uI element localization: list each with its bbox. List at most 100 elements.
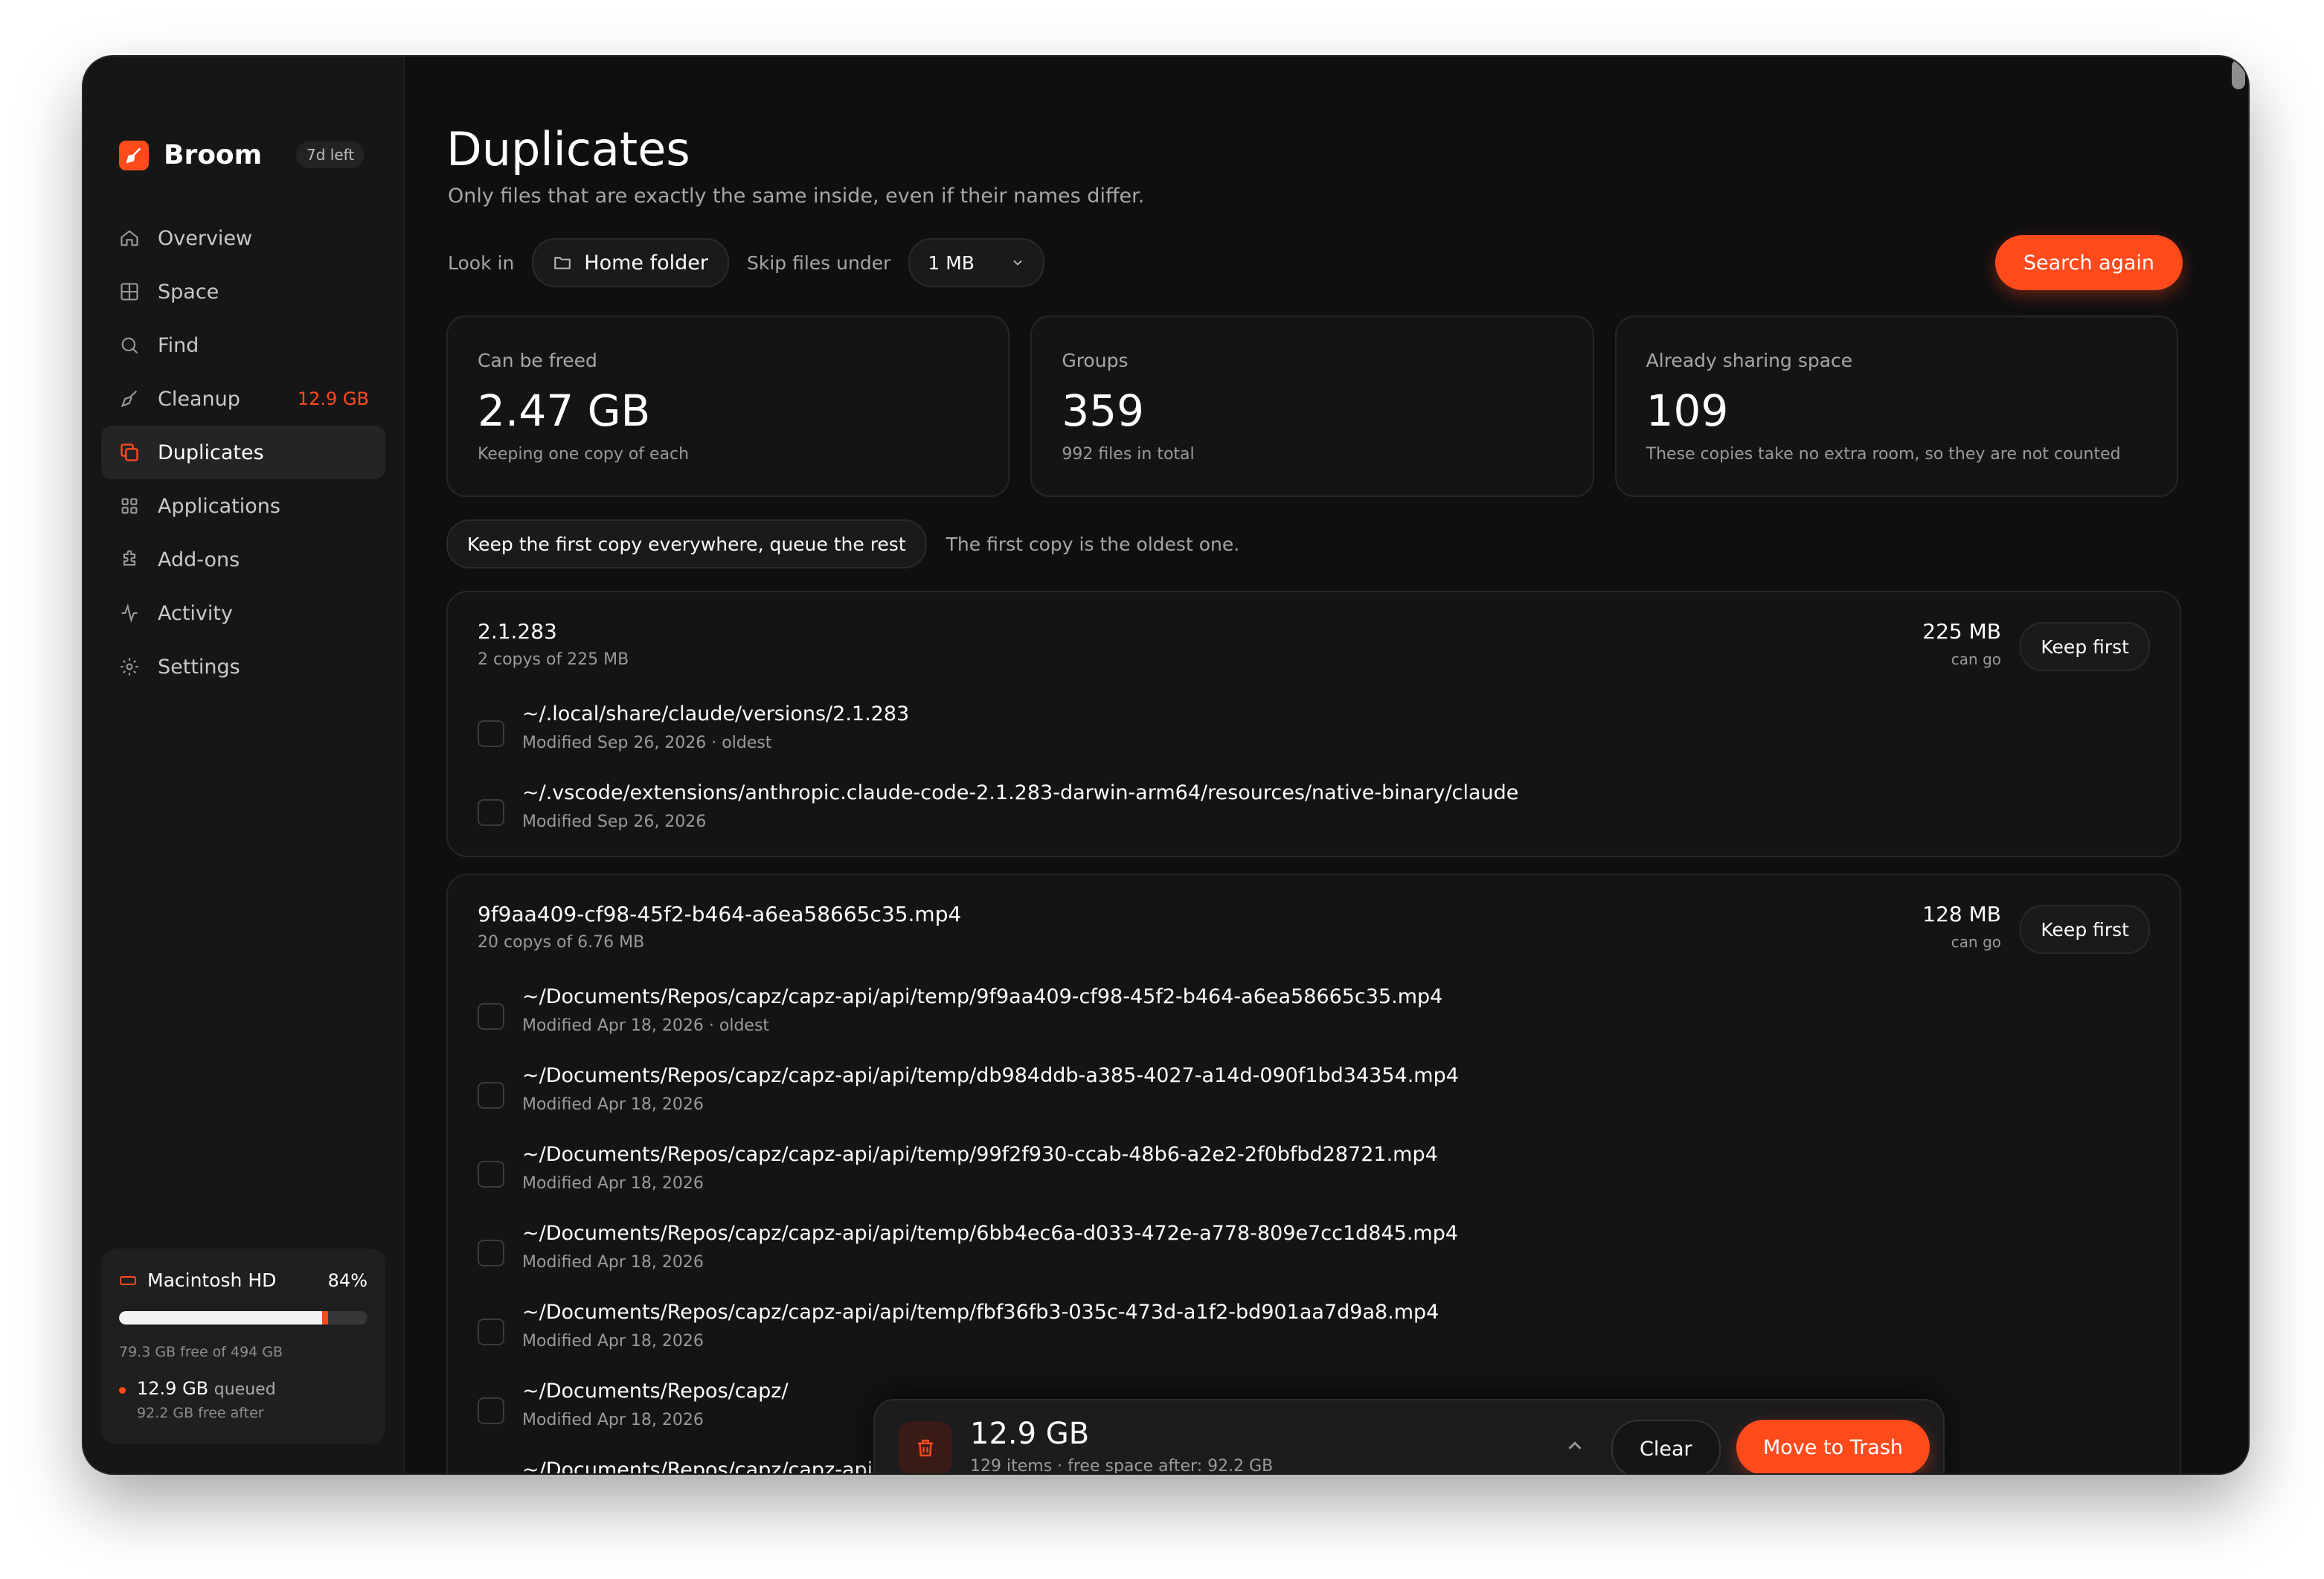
copy-icon [118, 441, 141, 464]
brand: Broom [119, 140, 262, 170]
stat-card-groups: Groups 359 992 files in total [1030, 316, 1594, 497]
disk-usage-card: Macintosh HD 84% 79.3 GB free of 494 GB … [101, 1249, 385, 1444]
file-meta: Modified Apr 18, 2026 [522, 1174, 704, 1193]
group-count: 20 copys of 6.76 MB [478, 933, 645, 952]
keep-first-everywhere-button[interactable]: Keep the first copy everywhere, queue th… [446, 519, 927, 568]
file-path: ~/.local/share/claude/versions/2.1.283 [522, 702, 910, 726]
folder-icon [553, 253, 572, 272]
file-checkbox[interactable] [478, 1397, 504, 1424]
file-path: ~/Documents/Repos/capz/capz-api/api/temp… [522, 1143, 1438, 1166]
duplicate-group: 2.1.283 2 copys of 225 MB 225 MB can go … [446, 591, 2181, 857]
sidebar-item-overview[interactable]: Overview [101, 211, 385, 265]
group-can-go: can go [1951, 933, 2001, 951]
sidebar-item-cleanup[interactable]: Cleanup 12.9 GB [101, 372, 385, 426]
sidebar-nav: Overview Space Find Cleanup 12.9 GB Dupl… [101, 211, 385, 694]
sidebar-item-label: Cleanup [158, 387, 240, 411]
keep-first-button[interactable]: Keep first [2020, 622, 2150, 671]
file-row[interactable]: ~/Documents/Repos/capz/capz-api/api/temp… [478, 1217, 2150, 1292]
file-checkbox[interactable] [478, 1161, 504, 1188]
disk-header: Macintosh HD 84% [119, 1269, 367, 1291]
home-icon [118, 226, 141, 250]
group-count: 2 copys of 225 MB [478, 650, 629, 669]
gear-icon [118, 655, 141, 679]
stat-label: Groups [1062, 350, 1129, 371]
clear-queue-button[interactable]: Clear [1611, 1420, 1721, 1473]
broom-icon [118, 387, 141, 411]
stat-note: These copies take no extra room, so they… [1646, 445, 2121, 464]
file-path: ~/Documents/Repos/capz/ [522, 1380, 789, 1403]
file-row[interactable]: ~/Documents/Repos/capz/capz-api/api/temp… [478, 1138, 2150, 1213]
group-name: 9f9aa409-cf98-45f2-b464-a6ea58665c35.mp4 [478, 902, 962, 926]
queue-summary: 129 items · free space after: 92.2 GB [970, 1457, 1274, 1473]
group-size: 225 MB [1922, 619, 2001, 644]
file-row[interactable]: ~/Documents/Repos/capz/capz-api/api/temp… [478, 1296, 2150, 1371]
stat-note: 992 files in total [1062, 445, 1195, 464]
page-subtitle: Only files that are exactly the same ins… [448, 185, 1145, 208]
stat-card-sharing: Already sharing space 109 These copies t… [1614, 316, 2178, 497]
scrollbar-thumb[interactable] [2232, 60, 2245, 89]
file-checkbox[interactable] [478, 799, 504, 826]
file-row[interactable]: ~/Documents/Repos/capz/capz-api/api/temp… [478, 981, 2150, 1055]
look-in-value: Home folder [584, 251, 708, 275]
sidebar-item-label: Settings [158, 655, 240, 679]
sidebar-item-space[interactable]: Space [101, 265, 385, 318]
file-path: ~/Documents/Repos/capz/capz-api/api/temp… [522, 1222, 1459, 1245]
keep-first-button[interactable]: Keep first [2020, 905, 2150, 954]
look-in-button[interactable]: Home folder [532, 238, 729, 287]
file-checkbox[interactable] [478, 1003, 504, 1030]
sidebar-item-find[interactable]: Find [101, 318, 385, 372]
file-row[interactable]: ~/.local/share/claude/versions/2.1.283 M… [478, 698, 2150, 772]
stat-label: Can be freed [478, 350, 597, 371]
sidebar-item-settings[interactable]: Settings [101, 640, 385, 694]
queued-dot-icon [119, 1387, 126, 1394]
move-to-trash-button[interactable]: Move to Trash [1736, 1420, 1930, 1473]
app-window: Broom 7d left Overview Space Find Cleanu… [83, 57, 2248, 1473]
trial-badge: 7d left [296, 141, 365, 168]
file-checkbox[interactable] [478, 1082, 504, 1109]
trash-icon [899, 1421, 952, 1473]
disk-queued: 12.9 GB queued [137, 1378, 276, 1399]
activity-icon [118, 601, 141, 625]
main-content: Duplicates Only files that are exactly t… [405, 57, 2248, 1473]
file-checkbox[interactable] [478, 1240, 504, 1266]
sidebar-item-label: Add-ons [158, 548, 240, 571]
stat-value: 359 [1062, 385, 1145, 436]
disk-queued-marker [321, 1311, 328, 1325]
file-checkbox[interactable] [478, 1319, 504, 1345]
skip-label: Skip files under [747, 252, 891, 274]
group-can-go: can go [1951, 650, 2001, 668]
file-row[interactable]: ~/.vscode/extensions/anthropic.claude-co… [478, 777, 2150, 851]
search-again-button[interactable]: Search again [1994, 235, 2183, 290]
sidebar-item-activity[interactable]: Activity [101, 586, 385, 640]
file-meta: Modified Apr 18, 2026 [522, 1253, 704, 1272]
bulk-note: The first copy is the oldest one. [946, 533, 1240, 555]
stats-row: Can be freed 2.47 GB Keeping one copy of… [446, 316, 2178, 497]
file-checkbox[interactable] [478, 720, 504, 747]
sidebar-item-duplicates[interactable]: Duplicates [101, 426, 385, 479]
broom-logo-icon [119, 140, 149, 170]
disk-percent: 84% [327, 1269, 367, 1291]
file-row[interactable]: ~/Documents/Repos/capz/capz-api/api/temp… [478, 1060, 2150, 1134]
bulk-actions: Keep the first copy everywhere, queue th… [446, 519, 1239, 568]
group-size: 128 MB [1922, 902, 2001, 926]
sidebar-item-label: Duplicates [158, 441, 264, 464]
skip-size-select[interactable]: 1 MB [908, 238, 1044, 287]
disk-queued-value: 12.9 GB [137, 1378, 209, 1399]
sidebar-item-label: Activity [158, 601, 233, 625]
sidebar-item-label: Space [158, 280, 219, 304]
sidebar-item-applications[interactable]: Applications [101, 479, 385, 533]
disk-free-after: 92.2 GB free after [137, 1405, 264, 1421]
hard-drive-icon [119, 1272, 137, 1290]
page-title: Duplicates [446, 122, 690, 176]
file-path: ~/.vscode/extensions/anthropic.claude-co… [522, 781, 1519, 804]
chevron-up-icon[interactable] [1564, 1435, 1588, 1458]
file-meta: Modified Sep 26, 2026 · oldest [522, 734, 772, 752]
file-meta: Modified Sep 26, 2026 [522, 813, 707, 831]
sidebar-item-add-ons[interactable]: Add-ons [101, 533, 385, 586]
apps-icon [118, 494, 141, 518]
trash-queue-bar: 12.9 GB 129 items · free space after: 92… [873, 1399, 1945, 1473]
file-meta: Modified Apr 18, 2026 [522, 1332, 704, 1351]
skip-size-value: 1 MB [928, 252, 975, 274]
file-path: ~/Documents/Repos/capz/capz-api/api/temp… [522, 985, 1443, 1008]
app-name: Broom [164, 140, 263, 170]
